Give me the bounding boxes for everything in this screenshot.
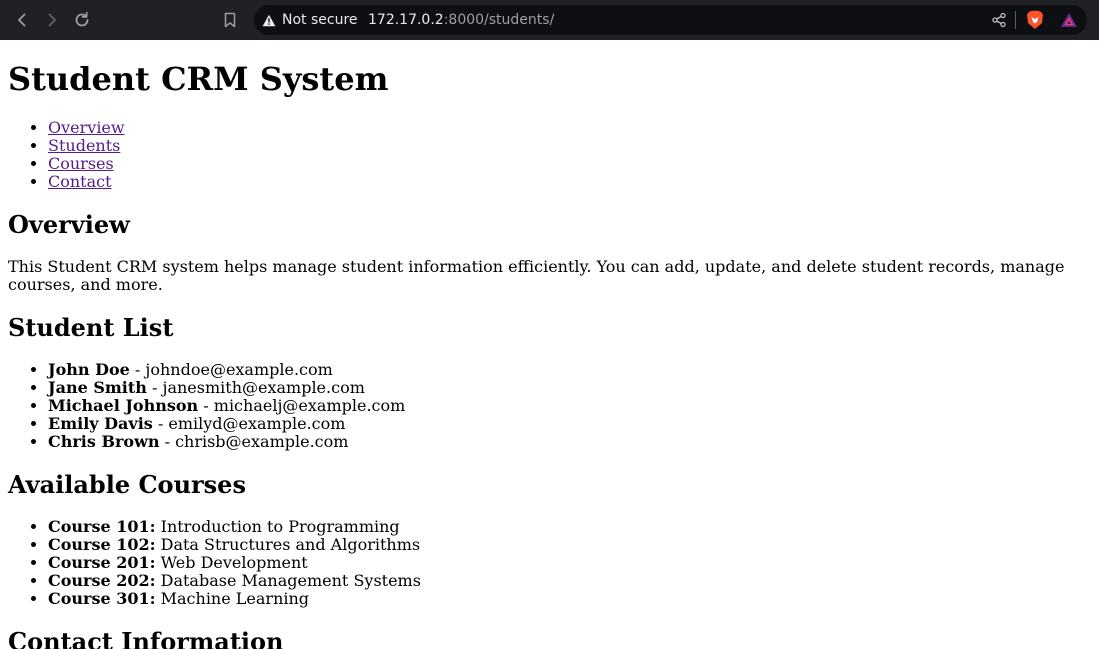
nav-link-overview[interactable]: Overview — [48, 118, 125, 137]
student-separator: - — [198, 396, 214, 415]
nav-list: Overview Students Courses Contact — [8, 119, 1091, 191]
nav-link-courses[interactable]: Courses — [48, 154, 114, 173]
nav-link-students[interactable]: Students — [48, 136, 120, 155]
courses-heading: Available Courses — [8, 470, 246, 499]
course-title: Web Development — [160, 553, 308, 572]
forward-arrow-icon — [48, 13, 56, 27]
student-name: Chris Brown — [48, 432, 160, 451]
reload-button[interactable] — [70, 8, 94, 32]
student-name: Michael Johnson — [48, 396, 199, 415]
student-item: John Doe - johndoe@example.com — [48, 361, 1091, 379]
page-title: Student CRM System — [8, 60, 389, 98]
course-item: Course 201: Web Development — [48, 554, 1091, 572]
student-separator: - — [159, 432, 176, 451]
overview-heading: Overview — [8, 210, 130, 239]
course-title: Database Management Systems — [160, 571, 421, 590]
student-list: John Doe - johndoe@example.com Jane Smit… — [8, 361, 1091, 451]
student-separator: - — [129, 360, 146, 379]
student-item: Jane Smith - janesmith@example.com — [48, 379, 1091, 397]
url-path: :8000/students/ — [443, 12, 555, 28]
brave-lion-icon — [1027, 10, 1043, 30]
forward-button[interactable] — [40, 8, 64, 32]
nav-item: Students — [48, 137, 1091, 155]
brave-rewards-icon — [1061, 13, 1077, 27]
student-item: Emily Davis - emilyd@example.com — [48, 415, 1091, 433]
toolbar-divider — [1015, 11, 1016, 29]
nav-item: Overview — [48, 119, 1091, 137]
course-item: Course 301: Machine Learning — [48, 590, 1091, 608]
bookmark-button[interactable] — [218, 8, 242, 32]
share-icon — [992, 12, 1006, 28]
browser-toolbar: Not secure 172.17.0.2:8000/students/ — [0, 0, 1099, 40]
bookmark-icon — [224, 12, 236, 28]
course-item: Course 202: Database Management Systems — [48, 572, 1091, 590]
course-code: Course 102: — [48, 535, 156, 554]
student-email: chrisb@example.com — [175, 432, 349, 451]
student-separator: - — [146, 378, 163, 397]
course-title: Introduction to Programming — [160, 517, 400, 536]
course-code: Course 301: — [48, 589, 156, 608]
overview-text: This Student CRM system helps manage stu… — [8, 257, 1065, 294]
student-email: michaelj@example.com — [213, 396, 406, 415]
page-viewport: Student CRM System Overview Students Cou… — [0, 40, 1099, 649]
student-name: Jane Smith — [48, 378, 147, 397]
course-title: Data Structures and Algorithms — [160, 535, 421, 554]
nav-item: Contact — [48, 173, 1091, 191]
course-list: Course 101: Introduction to Programming … — [8, 518, 1091, 608]
course-title: Machine Learning — [160, 589, 310, 608]
warning-icon — [262, 14, 276, 26]
course-item: Course 102: Data Structures and Algorith… — [48, 536, 1091, 554]
student-item: Michael Johnson - michaelj@example.com — [48, 397, 1091, 415]
contact-heading: Contact Information — [8, 627, 284, 649]
url-host: 172.17.0.2 — [368, 12, 444, 28]
url-text[interactable]: 172.17.0.2:8000/students/ — [368, 7, 554, 33]
student-email: johndoe@example.com — [145, 360, 333, 379]
student-list-heading: Student List — [8, 313, 174, 342]
brave-shields-button[interactable] — [1023, 8, 1047, 32]
student-email: emilyd@example.com — [168, 414, 346, 433]
student-name: Emily Davis — [48, 414, 153, 433]
course-code: Course 101: — [48, 517, 156, 536]
reload-icon — [75, 11, 89, 27]
share-button[interactable] — [987, 8, 1011, 32]
course-item: Course 101: Introduction to Programming — [48, 518, 1091, 536]
student-email: janesmith@example.com — [162, 378, 365, 397]
back-button[interactable] — [10, 8, 34, 32]
student-name: John Doe — [48, 360, 130, 379]
security-indicator[interactable]: Not secure — [262, 7, 358, 33]
back-arrow-icon — [18, 13, 26, 27]
nav-link-contact[interactable]: Contact — [48, 172, 112, 191]
page-content: Student CRM System Overview Students Cou… — [8, 61, 1091, 649]
security-label: Not secure — [282, 12, 358, 28]
student-item: Chris Brown - chrisb@example.com — [48, 433, 1091, 451]
brave-rewards-button[interactable] — [1057, 8, 1081, 32]
nav-item: Courses — [48, 155, 1091, 173]
course-code: Course 201: — [48, 553, 156, 572]
course-code: Course 202: — [48, 571, 156, 590]
student-separator: - — [152, 414, 169, 433]
